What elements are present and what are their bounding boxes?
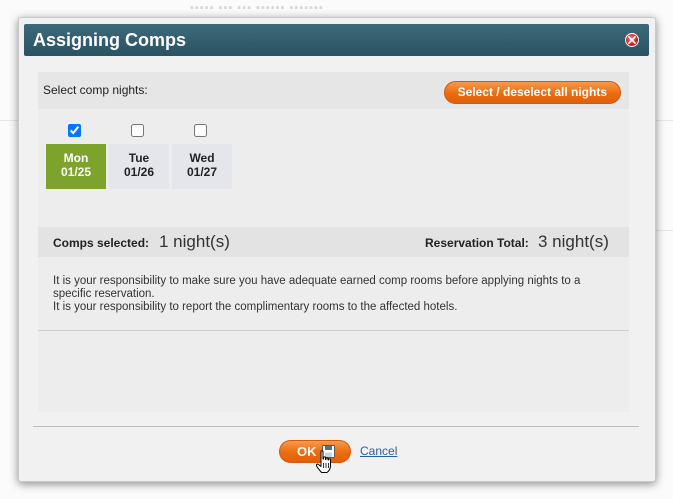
comps-selected-label: Comps selected: (53, 236, 150, 250)
comps-summary-bar: Comps selected: 1 night(s) Reservation T… (38, 227, 629, 257)
night-checkbox-wed[interactable] (194, 124, 207, 137)
background-divider (655, 120, 673, 121)
day-tile-mon[interactable]: Mon 01/25 (46, 144, 106, 189)
day-tile-tue[interactable]: Tue 01/26 (109, 144, 169, 189)
reservation-total-value: 3 night(s) (538, 232, 609, 251)
night-wed-0127: Wed 01/27 (172, 124, 232, 190)
night-selector: Mon 01/25 Tue 01/26 Wed 01/27 (46, 124, 246, 190)
night-mon-0125: Mon 01/25 (46, 124, 106, 190)
responsibility-notes: It is your responsibility to make sure y… (53, 275, 613, 314)
note-line: It is your responsibility to make sure y… (53, 275, 581, 300)
night-checkbox-mon[interactable] (68, 124, 81, 137)
reservation-total-label: Reservation Total: (425, 236, 529, 250)
night-checkbox-tue[interactable] (131, 124, 144, 137)
comp-nights-header: Select comp nights: Select / deselect al… (38, 72, 629, 109)
comp-nights-panel: Select comp nights: Select / deselect al… (38, 72, 629, 412)
select-comp-nights-label: Select comp nights: (43, 83, 148, 97)
panel-divider (38, 330, 629, 331)
close-button[interactable] (625, 33, 639, 47)
cancel-link[interactable]: Cancel (360, 444, 397, 458)
day-name: Tue (128, 151, 150, 165)
dialog-title: Assigning Comps (33, 30, 187, 50)
footer-divider (33, 426, 639, 427)
dialog-titlebar[interactable]: Assigning Comps (24, 24, 649, 56)
background-divider (0, 120, 18, 121)
close-icon (628, 36, 636, 44)
day-tile-wed[interactable]: Wed 01/27 (172, 144, 232, 189)
day-date: 01/27 (186, 165, 218, 179)
background-divider (655, 230, 673, 231)
ok-label: OK (297, 444, 317, 459)
night-tue-0126: Tue 01/26 (109, 124, 169, 190)
comps-selected-value: 1 night(s) (159, 232, 230, 251)
hand-cursor-icon (315, 450, 331, 473)
note-line: It is your responsibility to report the … (53, 301, 458, 313)
day-name: Wed (189, 151, 215, 165)
day-date: 01/25 (60, 165, 92, 179)
assigning-comps-dialog: Assigning Comps Select comp nights: Sele… (18, 17, 656, 482)
day-date: 01/26 (123, 165, 155, 179)
select-deselect-all-button[interactable]: Select / deselect all nights (443, 81, 621, 104)
background-page-text: ▪▪▪▪▪ ▪▪▪ ▪▪▪ ▪▪▪▪▪▪ ▪▪▪▪▪▪▪ (190, 2, 324, 14)
day-name: Mon (63, 151, 89, 165)
